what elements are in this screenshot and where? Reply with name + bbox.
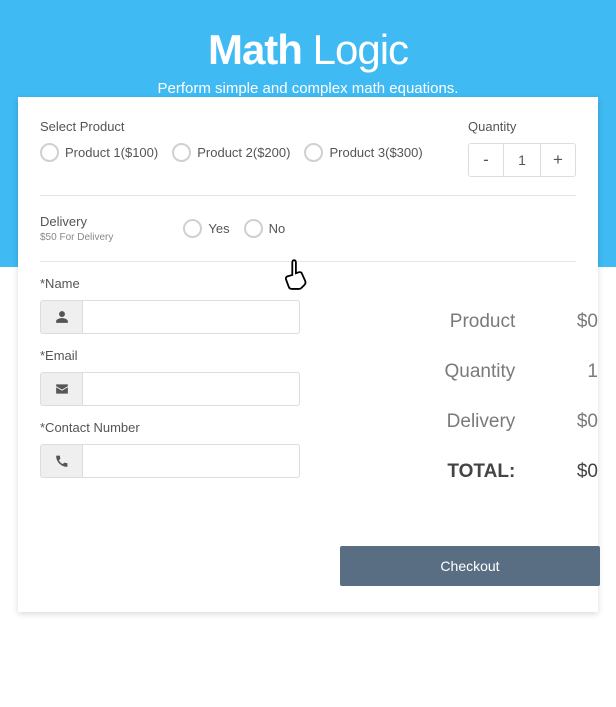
contact-label: *Contact Number [40, 420, 300, 435]
radio-icon [304, 143, 323, 162]
envelope-icon [40, 372, 82, 406]
name-input[interactable] [82, 300, 300, 334]
quantity-stepper: - + [468, 143, 576, 177]
quantity-plus-button[interactable]: + [540, 143, 576, 177]
radio-icon [183, 219, 202, 238]
delivery-section: Delivery $50 For Delivery [40, 214, 113, 243]
radio-icon [40, 143, 59, 162]
quantity-input[interactable] [504, 143, 540, 177]
radio-icon [244, 219, 263, 238]
phone-icon [40, 444, 82, 478]
form-card: Select Product Product 1($100) Product 2… [18, 97, 598, 612]
quantity-label: Quantity [468, 119, 576, 134]
summary-quantity-value: 1 [557, 348, 598, 396]
summary-delivery-label: Delivery [342, 398, 555, 446]
product-3-radio[interactable]: Product 3($300) [304, 143, 422, 162]
delivery-yes-radio[interactable]: Yes [183, 219, 229, 238]
page-title: Math Logic [0, 26, 616, 74]
summary-table: Product$0 Quantity1 Delivery$0 TOTAL:$0 [340, 296, 600, 498]
summary-product-label: Product [342, 298, 555, 346]
product-section: Select Product Product 1($100) Product 2… [40, 119, 423, 162]
summary-quantity-label: Quantity [342, 348, 555, 396]
product-1-radio[interactable]: Product 1($100) [40, 143, 158, 162]
name-label: *Name [40, 276, 300, 291]
delivery-no-radio[interactable]: No [244, 219, 286, 238]
quantity-minus-button[interactable]: - [468, 143, 504, 177]
quantity-section: Quantity - + [468, 119, 576, 177]
user-icon [40, 300, 82, 334]
summary-total-label: TOTAL: [342, 448, 555, 496]
page-subtitle: Perform simple and complex math equation… [0, 80, 616, 97]
delivery-label: Delivery [40, 214, 113, 229]
delivery-sublabel: $50 For Delivery [40, 232, 113, 243]
email-label: *Email [40, 348, 300, 363]
product-label: Select Product [40, 119, 423, 134]
contact-input[interactable] [82, 444, 300, 478]
product-2-radio[interactable]: Product 2($200) [172, 143, 290, 162]
summary-delivery-value: $0 [557, 398, 598, 446]
radio-icon [172, 143, 191, 162]
email-input[interactable] [82, 372, 300, 406]
summary-total-value: $0 [557, 448, 598, 496]
summary-product-value: $0 [557, 298, 598, 346]
checkout-button[interactable]: Checkout [340, 546, 600, 586]
